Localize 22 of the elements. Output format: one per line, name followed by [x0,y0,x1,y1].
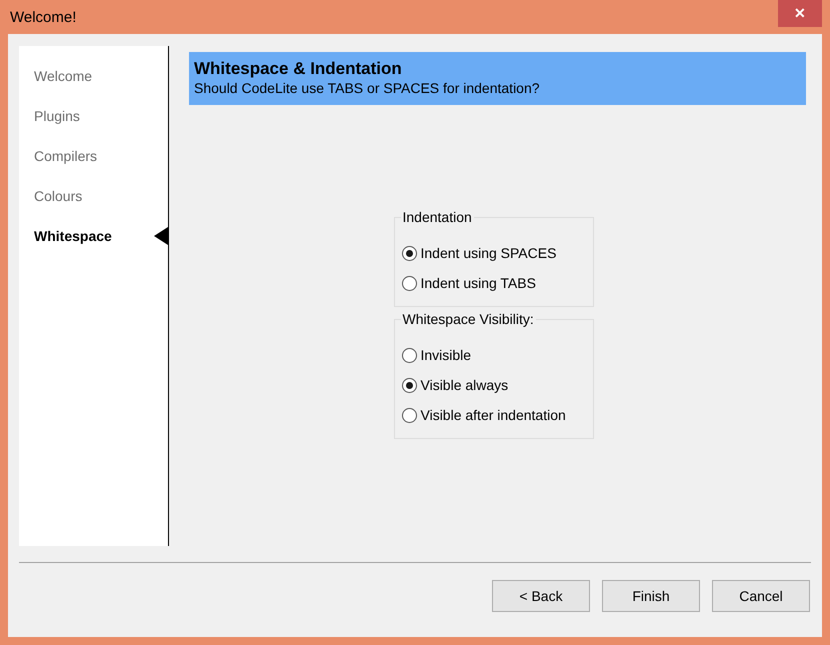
sidebar-item[interactable]: Compilers [34,146,98,166]
radio-button[interactable] [402,378,416,392]
radio-label: Indent using SPACES [420,244,556,263]
sidebar-item[interactable]: Whitespace [34,226,112,246]
header-title: Whitespace & Indentation [194,59,403,79]
radio-label: Invisible [420,346,472,364]
window-title: Welcome! [10,8,76,28]
dialog-button[interactable]: < Back [492,580,590,612]
radio-button[interactable] [402,246,416,260]
radio-label: Indent using TABS [420,274,536,293]
dialog-button[interactable]: Finish [602,580,700,612]
dialog-button[interactable]: Cancel [712,580,810,612]
sidebar-item[interactable]: Welcome [34,66,92,86]
header-subtitle: Should CodeLite use TABS or SPACES for indentation? [194,79,541,97]
close-button[interactable]: ✕ [778,0,822,27]
radio-button[interactable] [402,348,416,362]
radio-label: Visible always [420,376,508,395]
radio-button[interactable] [402,408,416,422]
radio-button[interactable] [402,276,416,290]
sidebar-item[interactable]: Plugins [34,106,80,126]
radio-label: Visible after indentation [420,406,566,424]
sidebar-item[interactable]: Colours [34,186,82,206]
